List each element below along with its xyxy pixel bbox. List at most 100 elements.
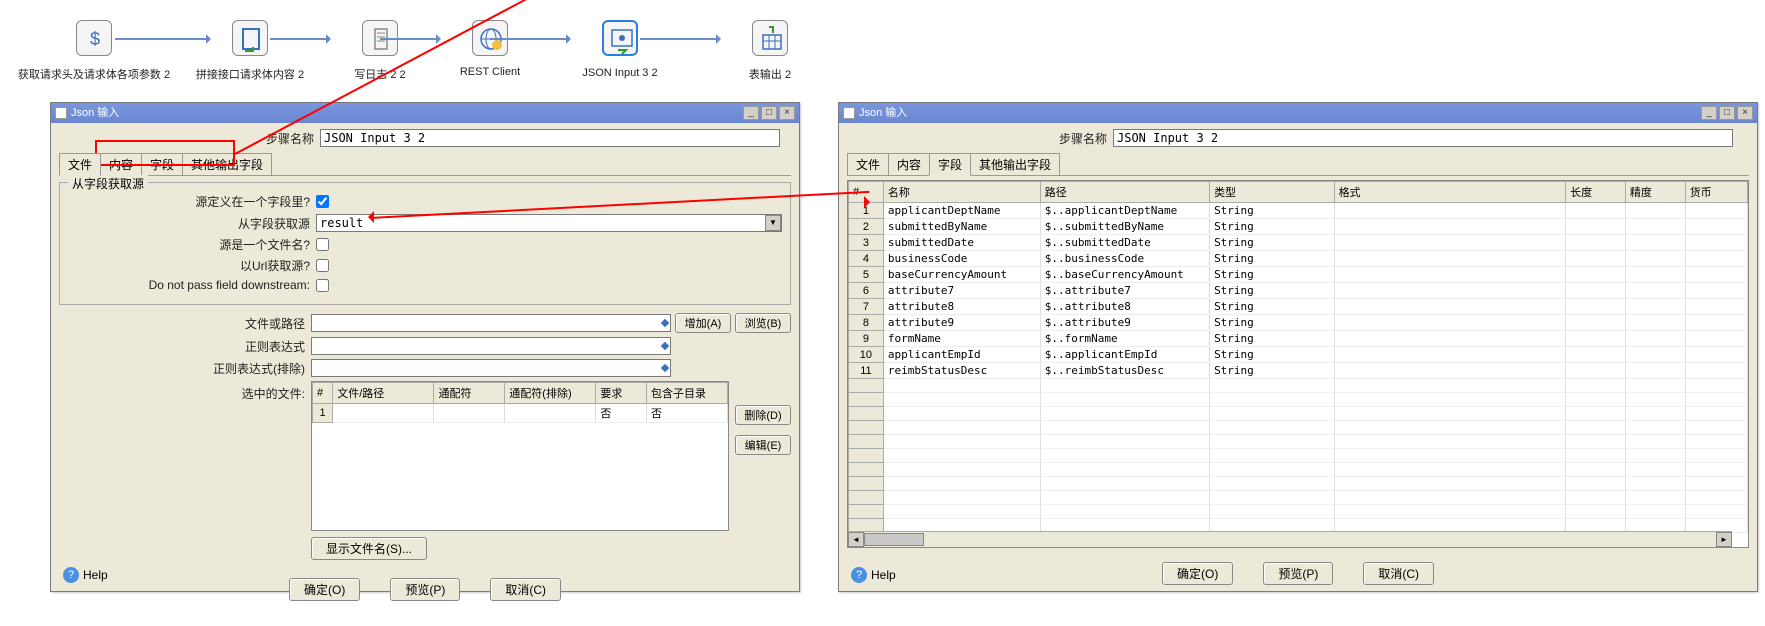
table-row-empty[interactable] (849, 379, 1748, 393)
minimize-button[interactable]: _ (743, 106, 759, 120)
table-row[interactable]: 11 reimbStatusDesc $..reimbStatusDesc St… (849, 363, 1748, 379)
table-row-empty[interactable] (849, 477, 1748, 491)
maximize-button[interactable]: □ (1719, 106, 1735, 120)
source-in-field-checkbox[interactable] (316, 195, 329, 208)
cell-num: 2 (849, 219, 884, 235)
titlebar[interactable]: Json 输入 _ □ × (51, 103, 799, 123)
table-row-empty[interactable] (849, 407, 1748, 421)
cell-type: String (1210, 347, 1335, 363)
fieldset-legend: 从字段获取源 (68, 175, 148, 192)
scroll-thumb[interactable] (864, 533, 924, 546)
edit-button[interactable]: 编辑(E) (735, 435, 791, 455)
horizontal-scrollbar[interactable]: ◄ ► (848, 531, 1732, 547)
tab-fields[interactable]: 字段 (929, 153, 971, 176)
scroll-right-icon[interactable]: ► (1716, 532, 1732, 547)
cell-format (1334, 331, 1566, 347)
tab-content[interactable]: 内容 (100, 153, 142, 175)
is-filename-checkbox[interactable] (316, 238, 329, 251)
no-pass-checkbox[interactable] (316, 279, 329, 292)
step-table-output[interactable]: 表输出 2 (690, 20, 850, 82)
help-link[interactable]: ? Help (851, 567, 896, 583)
add-button[interactable]: 增加(A) (675, 313, 731, 333)
table-row-empty[interactable] (849, 505, 1748, 519)
step-get-request[interactable]: $ 获取请求头及请求体各项参数 2 (14, 20, 174, 82)
table-row-empty[interactable] (849, 463, 1748, 477)
read-url-checkbox[interactable] (316, 259, 329, 272)
step-label: 获取请求头及请求体各项参数 2 (14, 66, 174, 82)
tab-file[interactable]: 文件 (59, 153, 101, 176)
table-row[interactable]: 6 attribute7 $..attribute7 String (849, 283, 1748, 299)
delete-button[interactable]: 删除(D) (735, 405, 791, 425)
tab-fields[interactable]: 字段 (141, 153, 183, 175)
help-link[interactable]: ? Help (63, 567, 108, 583)
table-row[interactable]: 9 formName $..formName String (849, 331, 1748, 347)
cell-format (1334, 219, 1566, 235)
table-row[interactable]: 8 attribute9 $..attribute9 String (849, 315, 1748, 331)
tab-other-output[interactable]: 其他输出字段 (182, 153, 272, 175)
cancel-button[interactable]: 取消(C) (490, 578, 561, 601)
tab-file[interactable]: 文件 (847, 153, 889, 175)
ok-button[interactable]: 确定(O) (289, 578, 360, 601)
cell-num: 1 (849, 203, 884, 219)
source-in-field-label: 源定义在一个字段里? (68, 193, 316, 210)
cell-format (1334, 203, 1566, 219)
table-row[interactable]: 10 applicantEmpId $..applicantEmpId Stri… (849, 347, 1748, 363)
fields-table[interactable]: # 名称 路径 类型 格式 长度 精度 货币 1 applicantDeptNa… (847, 180, 1749, 548)
cell-length (1566, 267, 1626, 283)
show-files-button[interactable]: 显示文件名(S)... (311, 537, 427, 560)
cell-num: 9 (849, 331, 884, 347)
table-row-empty[interactable] (849, 393, 1748, 407)
step-json-input[interactable]: JSON Input 3 2 (540, 20, 700, 79)
cell-name: baseCurrencyAmount (883, 267, 1040, 283)
regex-excl-input[interactable] (311, 359, 671, 377)
tab-content[interactable]: 内容 (888, 153, 930, 175)
workflow-canvas[interactable]: $ 获取请求头及请求体各项参数 2 拼接接口请求体内容 2 写日志 2 2 RE… (0, 10, 830, 90)
from-field-select[interactable] (316, 214, 782, 232)
tab-other-output[interactable]: 其他输出字段 (970, 153, 1060, 175)
scroll-left-icon[interactable]: ◄ (848, 532, 864, 547)
cell-length (1566, 235, 1626, 251)
table-row-empty[interactable] (849, 491, 1748, 505)
files-table[interactable]: # 文件/路径 通配符 通配符(排除) 要求 包含子目录 1 否 否 (311, 381, 729, 531)
window-title: Json 输入 (71, 107, 119, 119)
cell-length (1566, 315, 1626, 331)
regex-input[interactable] (311, 337, 671, 355)
cell-required: 否 (596, 404, 647, 423)
table-row[interactable]: 2 submittedByName $..submittedByName Str… (849, 219, 1748, 235)
browse-button[interactable]: 浏览(B) (735, 313, 791, 333)
cell-type: String (1210, 331, 1335, 347)
maximize-button[interactable]: □ (761, 106, 777, 120)
col-name: 名称 (883, 182, 1040, 203)
table-row-empty[interactable] (849, 421, 1748, 435)
table-row[interactable]: 3 submittedDate $..submittedDate String (849, 235, 1748, 251)
cancel-button[interactable]: 取消(C) (1363, 562, 1434, 585)
table-row[interactable]: 7 attribute8 $..attribute8 String (849, 299, 1748, 315)
close-button[interactable]: × (779, 106, 795, 120)
step-name-input[interactable] (320, 129, 780, 147)
cell-currency (1685, 267, 1747, 283)
preview-button[interactable]: 预览(P) (390, 578, 460, 601)
cell-name: reimbStatusDesc (883, 363, 1040, 379)
col-wildcard: 通配符 (434, 383, 505, 404)
cell-format (1334, 235, 1566, 251)
minimize-button[interactable]: _ (1701, 106, 1717, 120)
table-row[interactable]: 1 applicantDeptName $..applicantDeptName… (849, 203, 1748, 219)
cell-type: String (1210, 251, 1335, 267)
cell-length (1566, 283, 1626, 299)
table-row[interactable]: 4 businessCode $..businessCode String (849, 251, 1748, 267)
step-name-input[interactable] (1113, 129, 1733, 147)
cell-name: formName (883, 331, 1040, 347)
table-row-empty[interactable] (849, 449, 1748, 463)
close-button[interactable]: × (1737, 106, 1753, 120)
dropdown-icon[interactable]: ▼ (765, 215, 781, 231)
table-row[interactable]: 1 否 否 (313, 404, 728, 423)
cell-precision (1625, 347, 1685, 363)
titlebar[interactable]: Json 输入 _ □ × (839, 103, 1757, 123)
footer-buttons: 确定(O) 预览(P) 取消(C) (51, 570, 799, 609)
table-row-empty[interactable] (849, 435, 1748, 449)
preview-button[interactable]: 预览(P) (1263, 562, 1333, 585)
cell-currency (1685, 347, 1747, 363)
ok-button[interactable]: 确定(O) (1162, 562, 1233, 585)
file-path-input[interactable] (311, 314, 671, 332)
table-row[interactable]: 5 baseCurrencyAmount $..baseCurrencyAmou… (849, 267, 1748, 283)
